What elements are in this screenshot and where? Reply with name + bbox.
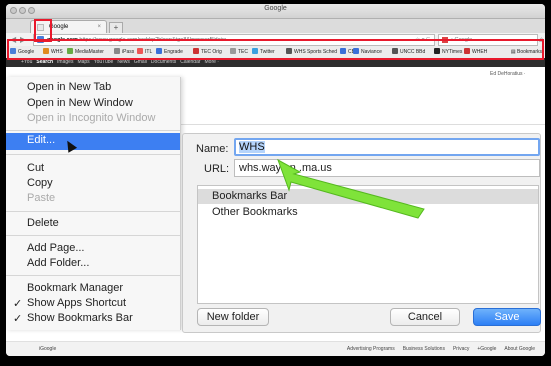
folder-bookmarks-bar[interactable]: Bookmarks Bar: [198, 189, 538, 204]
footer-links: Advertising Programs Business Solutions Pr…: [339, 342, 535, 356]
footer-link[interactable]: +Google: [477, 346, 496, 352]
save-button[interactable]: Save: [473, 308, 541, 326]
title-bar: Google: [6, 4, 545, 19]
menu-separator: [6, 211, 180, 212]
window-title: Google: [264, 5, 287, 12]
igoogle-link[interactable]: iGoogle: [39, 342, 56, 356]
menu-separator: [6, 154, 180, 155]
footer-link[interactable]: About Google: [504, 346, 535, 352]
menu-cut[interactable]: Cut: [27, 162, 44, 174]
checkmark-icon: ✓: [13, 313, 23, 325]
menu-copy[interactable]: Copy: [27, 177, 53, 189]
menu-paste: Paste: [27, 192, 56, 204]
folder-tree: Bookmarks Bar Other Bookmarks: [197, 185, 539, 304]
menu-edit-highlight[interactable]: Edit...: [6, 133, 180, 150]
menu-edit[interactable]: Edit...: [27, 134, 55, 146]
bookmark-context-menu: Open in New Tab Open in New Window Open …: [6, 77, 181, 330]
annotation-bookmarks-bar-box: [7, 39, 544, 60]
bookmark-name-input[interactable]: WHS: [234, 138, 540, 156]
google-footer: iGoogle Advertising Programs Business Sol…: [6, 341, 545, 356]
folder-other-bookmarks[interactable]: Other Bookmarks: [198, 205, 538, 220]
page-divider: [178, 124, 545, 125]
menu-open-new-tab[interactable]: Open in New Tab: [27, 81, 111, 93]
menu-separator: [6, 275, 180, 276]
name-label: Name:: [196, 143, 229, 155]
footer-link[interactable]: Privacy: [453, 346, 469, 352]
menu-separator: [6, 235, 180, 236]
footer-link[interactable]: Business Solutions: [403, 346, 445, 352]
url-label: URL:: [204, 163, 230, 175]
menu-delete[interactable]: Delete: [27, 217, 59, 229]
checkmark-icon: ✓: [13, 298, 23, 310]
menu-open-incognito: Open in Incognito Window: [27, 112, 156, 124]
menu-separator: [6, 130, 180, 131]
browser-window: Google Google × + ◀ ▶ google.com https:/…: [6, 4, 545, 356]
bookmark-url-input[interactable]: whs.waylan .ma.us: [234, 159, 540, 177]
menu-bookmark-manager[interactable]: Bookmark Manager: [27, 282, 123, 294]
menu-show-bookmarks-bar[interactable]: Show Bookmarks Bar: [27, 312, 133, 324]
new-folder-button[interactable]: New folder: [197, 308, 269, 326]
menu-add-page[interactable]: Add Page...: [27, 242, 85, 254]
menu-open-new-window[interactable]: Open in New Window: [27, 97, 133, 109]
menu-show-apps-shortcut[interactable]: Show Apps Shortcut: [27, 297, 126, 309]
cancel-button[interactable]: Cancel: [390, 308, 460, 326]
tab-strip: Google × +: [6, 19, 545, 34]
menu-add-folder[interactable]: Add Folder...: [27, 257, 89, 269]
user-account-name[interactable]: Ed DeHoratius ·: [490, 71, 526, 77]
footer-link[interactable]: Advertising Programs: [347, 346, 395, 352]
name-value: WHS: [239, 141, 265, 153]
